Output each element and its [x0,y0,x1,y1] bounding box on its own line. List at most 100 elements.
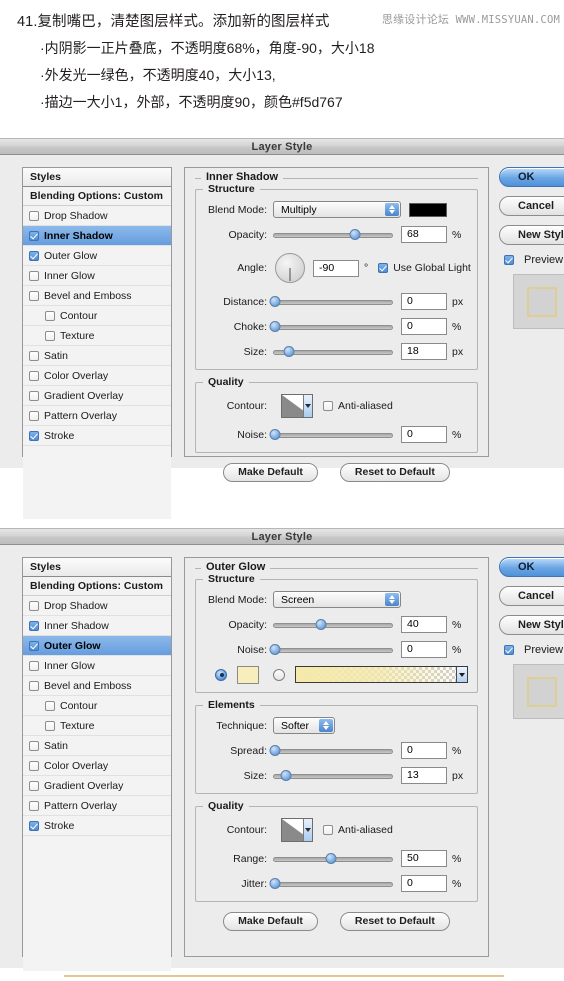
style-row-gradient-overlay[interactable]: Gradient Overlay [23,386,171,406]
checkbox-gradient-overlay[interactable] [29,390,39,401]
slider-knob[interactable] [283,345,295,357]
radio-solid-color[interactable] [215,668,227,681]
checkbox-preview[interactable] [504,255,514,265]
style-row-color-overlay[interactable]: Color Overlay [23,366,171,386]
style-row-drop-shadow[interactable]: Drop Shadow [23,206,171,226]
slider-knob[interactable] [315,618,327,630]
checkbox-color-overlay[interactable] [29,760,39,771]
style-row-inner-glow[interactable]: Inner Glow [23,656,171,676]
style-row-satin[interactable]: Satin [23,346,171,366]
opacity-input[interactable]: 40 [401,616,447,633]
angle-dial[interactable] [275,253,305,283]
slider-knob[interactable] [325,852,337,864]
blend-mode-select[interactable]: Multiply [273,201,401,218]
range-slider[interactable] [273,852,393,866]
style-row-drop-shadow[interactable]: Drop Shadow [23,596,171,616]
checkbox-anti-aliased[interactable] [323,401,333,411]
gradient-dropdown-button[interactable] [456,667,467,682]
style-row-outer-glow[interactable]: Outer Glow [23,246,171,266]
checkbox-bevel-and-emboss[interactable] [29,290,39,301]
spread-input[interactable]: 0 [401,742,447,759]
style-row-satin[interactable]: Satin [23,736,171,756]
choke-slider[interactable] [269,320,393,334]
checkbox-preview[interactable] [504,645,514,655]
checkbox-anti-aliased[interactable] [323,825,333,835]
checkbox-drop-shadow[interactable] [29,210,39,221]
size-input[interactable]: 18 [401,343,447,360]
slider-knob[interactable] [269,643,281,655]
slider-knob[interactable] [269,320,281,332]
slider-knob[interactable] [269,877,281,889]
use-global-light-toggle[interactable]: Use Global Light [378,262,471,274]
noise-input[interactable]: 0 [401,426,447,443]
noise-slider[interactable] [269,428,393,442]
make-default-button[interactable]: Make Default [223,912,318,931]
technique-select[interactable]: Softer [273,717,335,734]
anti-aliased-toggle[interactable]: Anti-aliased [323,400,393,412]
checkbox-gradient-overlay[interactable] [29,780,39,791]
style-row-pattern-overlay[interactable]: Pattern Overlay [23,796,171,816]
checkbox-satin[interactable] [29,350,39,361]
reset-to-default-button[interactable]: Reset to Default [339,463,450,482]
style-row-contour[interactable]: Contour [23,696,171,716]
slider-knob[interactable] [269,744,281,756]
checkbox-inner-shadow[interactable] [29,230,39,241]
checkbox-color-overlay[interactable] [29,370,39,381]
size-slider[interactable] [273,345,393,359]
preview-toggle[interactable]: Preview [499,254,564,266]
checkbox-contour[interactable] [45,700,55,711]
contour-thumbnail[interactable] [281,818,313,842]
checkbox-stroke[interactable] [29,820,39,831]
style-row-outer-glow[interactable]: Outer Glow [23,636,171,656]
blend-mode-select[interactable]: Screen [273,591,401,608]
style-row-stroke[interactable]: Stroke [23,816,171,836]
style-row-inner-shadow[interactable]: Inner Shadow [23,616,171,636]
noise-input[interactable]: 0 [401,641,447,658]
opacity-input[interactable]: 68 [401,226,447,243]
opacity-slider[interactable] [273,618,393,632]
make-default-button[interactable]: Make Default [223,463,318,482]
contour-thumbnail[interactable] [281,394,313,418]
noise-slider[interactable] [269,643,393,657]
checkbox-contour[interactable] [45,310,55,321]
shadow-color-swatch[interactable] [409,202,447,217]
jitter-input[interactable]: 0 [401,875,447,892]
style-row-bevel-and-emboss[interactable]: Bevel and Emboss [23,286,171,306]
style-row-color-overlay[interactable]: Color Overlay [23,756,171,776]
preview-toggle[interactable]: Preview [499,644,564,656]
new-style-button[interactable]: New Style... [499,615,564,635]
anti-aliased-toggle[interactable]: Anti-aliased [323,824,393,836]
checkbox-outer-glow[interactable] [29,640,39,651]
style-row-inner-glow[interactable]: Inner Glow [23,266,171,286]
ok-button[interactable]: OK [499,557,564,577]
blending-options-row[interactable]: Blending Options: Custom [23,187,171,206]
slider-knob[interactable] [349,228,361,240]
dialog-titlebar[interactable]: Layer Style [0,138,564,155]
checkbox-inner-shadow[interactable] [29,620,39,631]
checkbox-stroke[interactable] [29,430,39,441]
style-row-texture[interactable]: Texture [23,326,171,346]
checkbox-pattern-overlay[interactable] [29,800,39,811]
checkbox-inner-glow[interactable] [29,660,39,671]
reset-to-default-button[interactable]: Reset to Default [339,912,450,931]
checkbox-bevel-and-emboss[interactable] [29,680,39,691]
distance-slider[interactable] [269,295,393,309]
new-style-button[interactable]: New Style... [499,225,564,245]
checkbox-texture[interactable] [45,720,55,731]
ok-button[interactable]: OK [499,167,564,187]
contour-dropdown-button[interactable] [303,819,312,841]
style-row-gradient-overlay[interactable]: Gradient Overlay [23,776,171,796]
spread-slider[interactable] [269,744,393,758]
checkbox-texture[interactable] [45,330,55,341]
size-slider[interactable] [273,769,393,783]
choke-input[interactable]: 0 [401,318,447,335]
opacity-slider[interactable] [273,228,393,242]
slider-knob[interactable] [269,428,281,440]
size-input[interactable]: 13 [401,767,447,784]
style-row-texture[interactable]: Texture [23,716,171,736]
style-row-stroke[interactable]: Stroke [23,426,171,446]
checkbox-pattern-overlay[interactable] [29,410,39,421]
dialog-titlebar[interactable]: Layer Style [0,528,564,545]
glow-gradient-swatch[interactable] [295,666,468,683]
jitter-slider[interactable] [269,877,393,891]
